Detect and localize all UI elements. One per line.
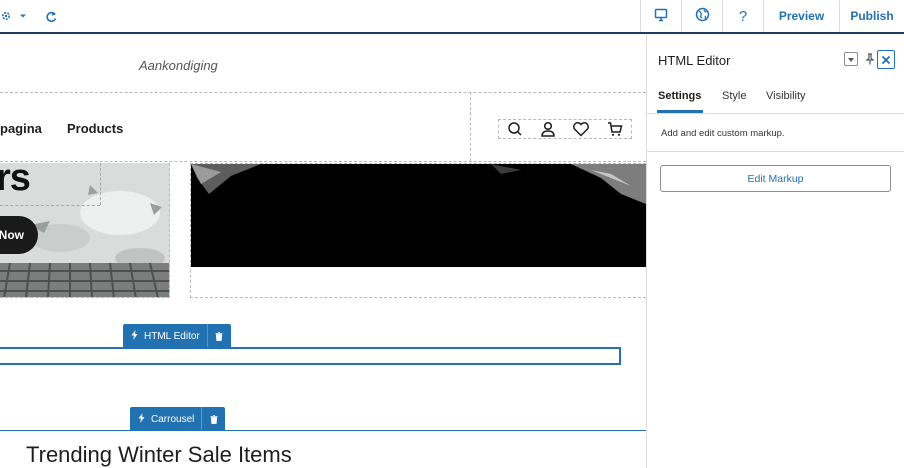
responsive-preview-button[interactable] bbox=[640, 0, 681, 32]
top-toolbar: ? Preview Publish bbox=[0, 0, 904, 34]
active-tab-indicator bbox=[657, 110, 703, 113]
tab-visibility[interactable]: Visibility bbox=[766, 90, 806, 102]
carousel-element-badge[interactable]: Carrousel bbox=[130, 407, 226, 431]
toolbar-right: ? Preview Publish bbox=[640, 0, 904, 32]
globe-icon bbox=[695, 7, 710, 25]
help-button[interactable]: ? bbox=[722, 0, 763, 32]
publish-button[interactable]: Publish bbox=[839, 0, 904, 32]
preview-button[interactable]: Preview bbox=[763, 0, 839, 32]
panel-title: HTML Editor bbox=[658, 53, 731, 68]
header-column-divider bbox=[470, 92, 471, 161]
builder-app: ? Preview Publish Aankondiging pagina Pr… bbox=[0, 0, 904, 468]
caret-down-icon bbox=[847, 50, 855, 68]
language-button[interactable] bbox=[681, 0, 722, 32]
announcement-text: Aankondiging bbox=[139, 58, 218, 73]
close-icon[interactable] bbox=[877, 50, 895, 69]
nav-link-products[interactable]: Products bbox=[67, 121, 123, 136]
heart-icon[interactable] bbox=[572, 121, 590, 137]
header-divider-bottom bbox=[0, 161, 646, 162]
pin-icon[interactable] bbox=[865, 52, 875, 66]
settings-icon[interactable] bbox=[0, 0, 16, 32]
tab-style[interactable]: Style bbox=[722, 90, 746, 102]
carousel-title: Trending Winter Sale Items bbox=[26, 442, 292, 467]
hero-text-guide bbox=[0, 205, 100, 206]
hero-shop-button[interactable]: Now bbox=[0, 216, 38, 254]
edit-markup-button[interactable]: Edit Markup bbox=[660, 165, 891, 192]
chevron-down-icon[interactable] bbox=[16, 0, 30, 32]
hero-title: rs bbox=[0, 163, 31, 199]
redo-icon[interactable] bbox=[42, 0, 60, 32]
trash-icon[interactable] bbox=[206, 324, 231, 348]
panel-collapse-button[interactable] bbox=[844, 52, 858, 66]
hero-text-guide-v bbox=[100, 163, 101, 205]
html-editor-badge-label[interactable]: HTML Editor bbox=[123, 324, 207, 348]
bolt-icon bbox=[131, 329, 138, 343]
html-editor-element-badge[interactable]: HTML Editor bbox=[123, 324, 231, 348]
panel-divider bbox=[647, 151, 904, 152]
editor-canvas[interactable]: Aankondiging pagina Products s Now HTML … bbox=[0, 34, 646, 468]
trash-icon[interactable] bbox=[201, 407, 225, 431]
hero-image[interactable]: rs Now bbox=[0, 163, 170, 298]
panel-tabs: Settings Style Visibility bbox=[647, 86, 904, 114]
user-icon[interactable] bbox=[540, 121, 556, 137]
header-divider bbox=[0, 92, 646, 93]
element-settings-panel: HTML Editor Settings Style Visibility Ad… bbox=[646, 34, 904, 468]
toolbar-left bbox=[0, 0, 60, 32]
cart-icon[interactable] bbox=[607, 121, 623, 137]
tab-settings[interactable]: Settings bbox=[658, 90, 701, 102]
carousel-badge-label[interactable]: Carrousel bbox=[130, 407, 201, 431]
html-editor-selection[interactable] bbox=[0, 347, 621, 365]
hero-dark-image[interactable] bbox=[191, 164, 646, 267]
bolt-icon bbox=[138, 412, 145, 426]
header-icons bbox=[498, 119, 632, 139]
desktop-icon bbox=[654, 8, 668, 25]
announcement-bar[interactable]: Aankondiging bbox=[0, 34, 646, 92]
panel-help-text: Add and edit custom markup. bbox=[661, 128, 785, 139]
hero-dark-texture bbox=[191, 164, 646, 267]
search-icon[interactable] bbox=[507, 121, 523, 137]
nav-link-home[interactable]: pagina bbox=[0, 121, 42, 136]
